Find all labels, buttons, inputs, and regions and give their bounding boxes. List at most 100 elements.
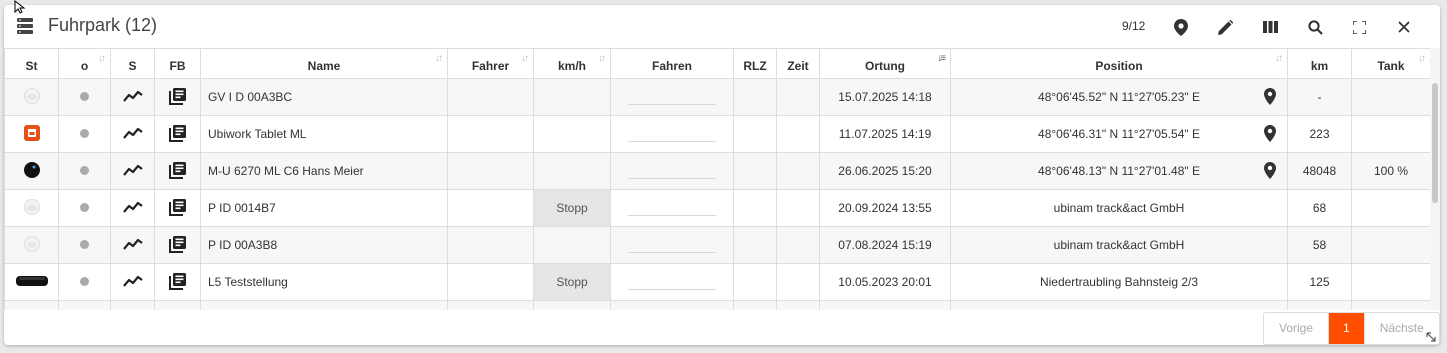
tank-cell: [1351, 78, 1430, 116]
trend-chart-icon[interactable]: [122, 275, 143, 287]
driving-bar: [628, 140, 716, 142]
logbook-icon[interactable]: [169, 309, 187, 311]
table-row[interactable]: M-U 6270 ML C6 Hans Meier 26.06.2025 15:2…: [4, 152, 1430, 190]
search-button[interactable]: [1306, 18, 1324, 36]
logbook-icon[interactable]: [168, 235, 187, 253]
logbook-icon[interactable]: [168, 272, 187, 290]
tank-cell: [1351, 115, 1430, 153]
scrollbar-thumb[interactable]: [1432, 83, 1438, 203]
pencil-icon: [1217, 19, 1233, 35]
tank-cell: 100 %: [1351, 152, 1430, 190]
table-row[interactable]: L5 Teststellung Stopp 10.05.2023 20:01 Nied…: [4, 263, 1430, 301]
time-cell: [776, 189, 820, 227]
prev-page-button[interactable]: Vorige: [1264, 313, 1330, 344]
status-dot: [80, 240, 89, 249]
position-cell: 48°06'46.31" N 11°27'05.54" E: [950, 115, 1288, 153]
col-header-st[interactable]: St: [4, 48, 59, 79]
col-header-position[interactable]: Position ↓↑: [950, 48, 1288, 79]
online-cell: [58, 78, 111, 116]
sort-icon: ↓↑: [521, 53, 529, 64]
time-cell: [776, 115, 820, 153]
vertical-scrollbar[interactable]: [1430, 48, 1440, 310]
position-text: 48°06'48.13" N 11°27'01.48" E: [1038, 164, 1200, 178]
fleet-table-container: St o ↓↑ S FB Name ↓↑ Fahrer ↓↑ km/h ↓↑ Fahre…: [4, 48, 1430, 310]
location-time: 07.08.2024 15:19: [819, 226, 951, 264]
speed-cell: [533, 78, 611, 116]
speed-cell: [533, 152, 611, 190]
col-header-zeit[interactable]: Zeit: [776, 48, 820, 79]
location-time: 15.07.2025 14:18: [819, 78, 951, 116]
km-cell: 68: [1287, 189, 1352, 227]
status-cell: [4, 300, 59, 310]
col-header-name[interactable]: Name ↓↑: [200, 48, 448, 79]
km-cell: 48048: [1287, 152, 1352, 190]
logbook-icon[interactable]: [168, 161, 187, 179]
status-cell: [4, 78, 59, 116]
sort-icon: ↓↑: [1418, 53, 1426, 64]
table-row[interactable]: [4, 300, 1430, 311]
columns-button[interactable]: [1261, 18, 1279, 36]
page-1-button[interactable]: 1: [1329, 313, 1365, 344]
col-header-km[interactable]: km: [1287, 48, 1352, 79]
col-header-ortung[interactable]: Ortung ↓≡: [819, 48, 951, 79]
stats-cell: [110, 300, 155, 310]
trend-chart-icon[interactable]: [122, 238, 143, 250]
location-pin-icon[interactable]: [1264, 125, 1276, 142]
table-row[interactable]: P ID 00A3B8 07.08.2024 15:19 ubinam track&…: [4, 226, 1430, 264]
tank-cell: [1351, 300, 1430, 310]
online-cell: [58, 115, 111, 153]
vehicle-name[interactable]: P ID 00A3B8: [200, 226, 448, 264]
location-pin-icon[interactable]: [1264, 88, 1276, 105]
col-header-tank[interactable]: Tank ↓↑: [1351, 48, 1430, 79]
tank-cell: [1351, 226, 1430, 264]
rlz-cell: [733, 152, 777, 190]
rlz-cell: [733, 189, 777, 227]
vehicle-name[interactable]: Ubiwork Tablet ML: [200, 115, 448, 153]
vehicle-name[interactable]: L5 Teststellung: [200, 263, 448, 301]
vehicle-name[interactable]: [200, 300, 448, 310]
vehicle-name[interactable]: GV I D 00A3BC: [200, 78, 448, 116]
col-header-o[interactable]: o ↓↑: [58, 48, 111, 79]
panel-title: Fuhrpark (12): [48, 15, 158, 35]
list-menu-icon[interactable]: [17, 17, 33, 35]
driver-cell: [447, 263, 534, 301]
resize-handle-icon[interactable]: [1426, 332, 1436, 342]
logbook-icon[interactable]: [168, 198, 187, 216]
table-row[interactable]: Ubiwork Tablet ML 11.07.2025 14:19 48°06'4…: [4, 115, 1430, 153]
vehicle-name[interactable]: P ID 0014B7: [200, 189, 448, 227]
col-header-fahren[interactable]: Fahren: [610, 48, 734, 79]
speed-cell: [533, 115, 611, 153]
map-pin-icon: [1174, 18, 1188, 36]
trend-chart-icon[interactable]: [122, 164, 143, 176]
map-pin-button[interactable]: [1172, 18, 1190, 36]
logbook-icon[interactable]: [168, 87, 187, 105]
stats-cell: [110, 78, 155, 116]
stats-cell: [110, 152, 155, 190]
edit-button[interactable]: [1216, 18, 1234, 36]
trend-chart-icon[interactable]: [122, 201, 143, 213]
col-header-s[interactable]: S: [110, 48, 155, 79]
fullscreen-button[interactable]: [1350, 18, 1368, 36]
time-cell: [776, 300, 820, 310]
close-button[interactable]: [1395, 18, 1413, 36]
col-header-fb[interactable]: FB: [154, 48, 201, 79]
online-cell: [58, 152, 111, 190]
time-cell: [776, 152, 820, 190]
col-header-rlz[interactable]: RLZ: [733, 48, 777, 79]
driving-bar: [628, 251, 716, 253]
table-row[interactable]: GV I D 00A3BC 15.07.2025 14:18 48°06'45.52…: [4, 78, 1430, 116]
logbook-icon[interactable]: [168, 124, 187, 142]
table-row[interactable]: P ID 0014B7 Stopp 20.09.2024 13:55 ubinam t…: [4, 189, 1430, 227]
logbook-cell: [154, 152, 201, 190]
trend-chart-icon[interactable]: [122, 90, 143, 102]
col-header-fahrer[interactable]: Fahrer ↓↑: [447, 48, 534, 79]
fleet-panel: Fuhrpark (12) 9/12 St o ↓↑ S FB Name ↓↑ …: [4, 5, 1440, 345]
status-cell: [4, 115, 59, 153]
col-header-kmh[interactable]: km/h ↓↑: [533, 48, 611, 79]
position-text: ubinam track&act GmbH: [1053, 201, 1185, 215]
trend-chart-icon[interactable]: [122, 127, 143, 139]
position-cell: ubinam track&act GmbH: [950, 226, 1288, 264]
vehicle-name[interactable]: M-U 6270 ML C6 Hans Meier: [200, 152, 448, 190]
position-text: Niedertraubling Bahnsteig 2/3: [1039, 275, 1199, 289]
location-pin-icon[interactable]: [1264, 162, 1276, 179]
